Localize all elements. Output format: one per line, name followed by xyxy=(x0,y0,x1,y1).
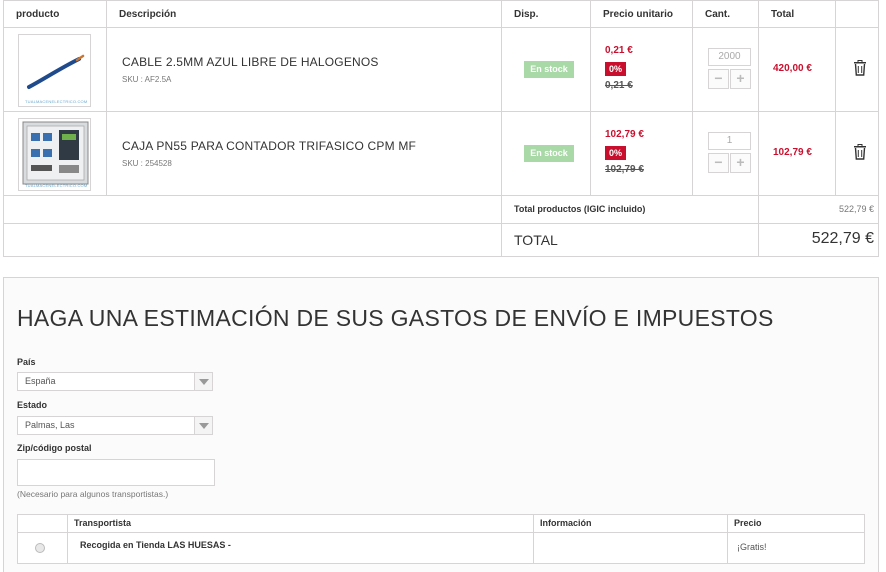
availability-cell: En stock xyxy=(501,112,590,195)
country-select[interactable]: España xyxy=(17,372,213,391)
cart-item-row: TUALMACENELECTRICO.COM CABLE 2.5MM AZUL … xyxy=(4,27,878,111)
carrier-row[interactable]: Recogida en Tienda LAS HUESAS - ¡Gratis! xyxy=(18,533,864,563)
header-product: producto xyxy=(16,9,60,20)
quantity-increase-button[interactable]: + xyxy=(730,153,751,173)
estimate-title: HAGA UNA ESTIMACIÓN DE SUS GASTOS DE ENV… xyxy=(17,305,774,331)
stock-badge: En stock xyxy=(524,61,574,78)
country-selected-value: España xyxy=(25,376,56,386)
cable-image xyxy=(27,54,85,89)
thumbnail-caption: TUALMACENELECTRICO.COM xyxy=(25,99,88,104)
product-sku: SKU : 254528 xyxy=(122,159,172,168)
grand-total-label: TOTAL xyxy=(501,224,758,256)
zip-input[interactable] xyxy=(17,459,215,486)
unit-price-cell: 102,79 € 0% 102,79 € xyxy=(590,112,692,195)
actions-cell xyxy=(835,28,880,111)
thumbnail-caption: TUALMACENELECTRICO.COM xyxy=(25,183,88,188)
chevron-down-icon xyxy=(194,373,212,390)
header-quantity: Cant. xyxy=(692,1,758,27)
quantity-cell: 2000 − + xyxy=(692,28,758,111)
state-select[interactable]: Palmas, Las xyxy=(17,416,213,435)
product-sku: SKU : AF2.5A xyxy=(122,75,172,84)
carrier-header-price: Precio xyxy=(727,515,866,532)
products-total-label: Total productos (IGIC incluido) xyxy=(501,196,758,223)
header-description: Descripción xyxy=(106,1,501,27)
shipping-estimate-box: HAGA UNA ESTIMACIÓN DE SUS GASTOS DE ENV… xyxy=(3,277,879,572)
header-unit-price: Precio unitario xyxy=(590,1,692,27)
zip-label: Zip/código postal xyxy=(17,443,92,453)
products-total-value: 522,79 € xyxy=(758,196,880,223)
grand-total-row: TOTAL 522,79 € xyxy=(4,223,878,256)
chevron-down-icon xyxy=(194,417,212,434)
product-thumbnail-meter-box[interactable]: TUALMACENELECTRICO.COM xyxy=(18,118,91,191)
zip-note: (Necesario para algunos transportistas.) xyxy=(17,489,169,499)
state-label: Estado xyxy=(17,400,48,410)
carrier-header-row: Transportista Información Precio xyxy=(18,515,864,533)
carrier-radio[interactable] xyxy=(35,543,45,553)
carrier-header-select xyxy=(18,515,67,532)
old-price: 0,21 € xyxy=(605,80,633,91)
quantity-cell: 1 − + xyxy=(692,112,758,195)
state-selected-value: Palmas, Las xyxy=(25,420,75,430)
total-cell: 102,79 € xyxy=(758,112,835,195)
availability-cell: En stock xyxy=(501,28,590,111)
meter-box-image xyxy=(22,121,89,185)
quantity-decrease-button[interactable]: − xyxy=(708,153,729,173)
quantity-decrease-button[interactable]: − xyxy=(708,69,729,89)
description-cell: CABLE 2.5MM AZUL LIBRE DE HALOGENOS SKU … xyxy=(106,28,501,111)
header-total: Total xyxy=(758,1,835,27)
carrier-header-name: Transportista xyxy=(67,515,533,532)
unit-price-cell: 0,21 € 0% 0,21 € xyxy=(590,28,692,111)
cart-table: producto Descripción Disp. Precio unitar… xyxy=(3,0,879,257)
grand-total-value: 522,79 € xyxy=(758,224,880,256)
cart-header-row: producto Descripción Disp. Precio unitar… xyxy=(4,0,878,27)
line-total: 420,00 € xyxy=(773,63,812,74)
actions-cell xyxy=(835,112,880,195)
carrier-header-info: Información xyxy=(533,515,727,532)
country-label: País xyxy=(17,357,36,367)
cart-item-row: TUALMACENELECTRICO.COM CAJA PN55 PARA CO… xyxy=(4,111,878,195)
product-thumbnail-cable[interactable]: TUALMACENELECTRICO.COM xyxy=(18,34,91,107)
product-cell: TUALMACENELECTRICO.COM xyxy=(4,28,106,111)
header-actions xyxy=(835,1,880,27)
total-cell: 420,00 € xyxy=(758,28,835,111)
product-name-link[interactable]: CAJA PN55 PARA CONTADOR TRIFASICO CPM MF xyxy=(122,139,416,153)
quantity-input[interactable]: 2000 xyxy=(708,48,751,66)
old-price: 102,79 € xyxy=(605,164,644,175)
quantity-input[interactable]: 1 xyxy=(708,132,751,150)
product-cell: TUALMACENELECTRICO.COM xyxy=(4,112,106,195)
discount-badge: 0% xyxy=(605,146,627,160)
product-name-link[interactable]: CABLE 2.5MM AZUL LIBRE DE HALOGENOS xyxy=(122,55,379,69)
carrier-price: ¡Gratis! xyxy=(737,542,767,552)
carrier-select-cell xyxy=(18,533,67,563)
carrier-name: Recogida en Tienda LAS HUESAS - xyxy=(80,540,231,550)
carrier-table: Transportista Información Precio Recogid… xyxy=(17,514,865,564)
trash-icon[interactable] xyxy=(853,144,867,160)
carrier-name-cell: Recogida en Tienda LAS HUESAS - xyxy=(67,533,533,563)
trash-icon[interactable] xyxy=(853,60,867,76)
discount-badge: 0% xyxy=(605,62,627,76)
carrier-price-cell: ¡Gratis! xyxy=(727,533,866,563)
products-total-row: Total productos (IGIC incluido) 522,79 € xyxy=(4,195,878,223)
unit-price: 102,79 € xyxy=(605,129,644,140)
stock-badge: En stock xyxy=(524,145,574,162)
header-availability: Disp. xyxy=(501,1,590,27)
description-cell: CAJA PN55 PARA CONTADOR TRIFASICO CPM MF… xyxy=(106,112,501,195)
quantity-increase-button[interactable]: + xyxy=(730,69,751,89)
line-total: 102,79 € xyxy=(773,147,812,158)
unit-price: 0,21 € xyxy=(605,45,633,56)
carrier-info-cell xyxy=(533,533,727,563)
